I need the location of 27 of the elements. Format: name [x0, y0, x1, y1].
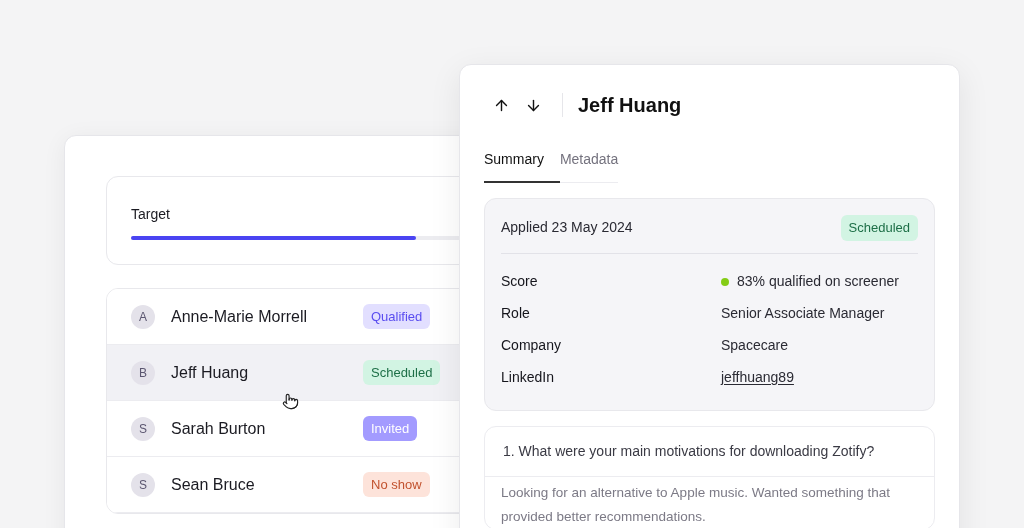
field-label: LinkedIn	[501, 368, 555, 387]
avatar-initial: A	[131, 304, 155, 329]
field-value: Spacecare	[721, 336, 788, 355]
status-badge: Scheduled	[840, 215, 918, 241]
avatar-initial: S	[131, 416, 155, 441]
participant-name: Anne-Marie Morrell	[171, 306, 309, 327]
question-text: 1. What were your main motivations for downloading Zotify?	[485, 426, 934, 477]
participant-name: Sean Bruce	[171, 474, 256, 495]
detail-title: Jeff Huang	[578, 93, 682, 118]
tab[interactable]: Metadata	[559, 149, 619, 183]
status-badge: Qualified	[363, 303, 431, 330]
field-label: Role	[501, 304, 531, 323]
status-badge: No show	[363, 471, 430, 498]
target-label: Target	[131, 205, 171, 224]
avatar-initial: S	[131, 472, 155, 497]
participant-name: Sarah Burton	[171, 418, 267, 439]
tab[interactable]: Summary	[484, 149, 560, 183]
field-value: Senior Associate Manager	[721, 304, 885, 323]
field-value: 83% qualified on screener	[737, 272, 899, 291]
pointer-cursor-icon	[282, 393, 299, 410]
field-label: Score	[501, 272, 539, 291]
status-badge: Invited	[363, 415, 418, 442]
status-badge: Scheduled	[363, 359, 441, 386]
applied-date: Applied 23 May 2024	[501, 218, 633, 238]
participant-name: Jeff Huang	[171, 362, 250, 383]
avatar-initial: B	[131, 360, 155, 385]
linkedin-link[interactable]: jeffhuang89	[721, 367, 794, 388]
